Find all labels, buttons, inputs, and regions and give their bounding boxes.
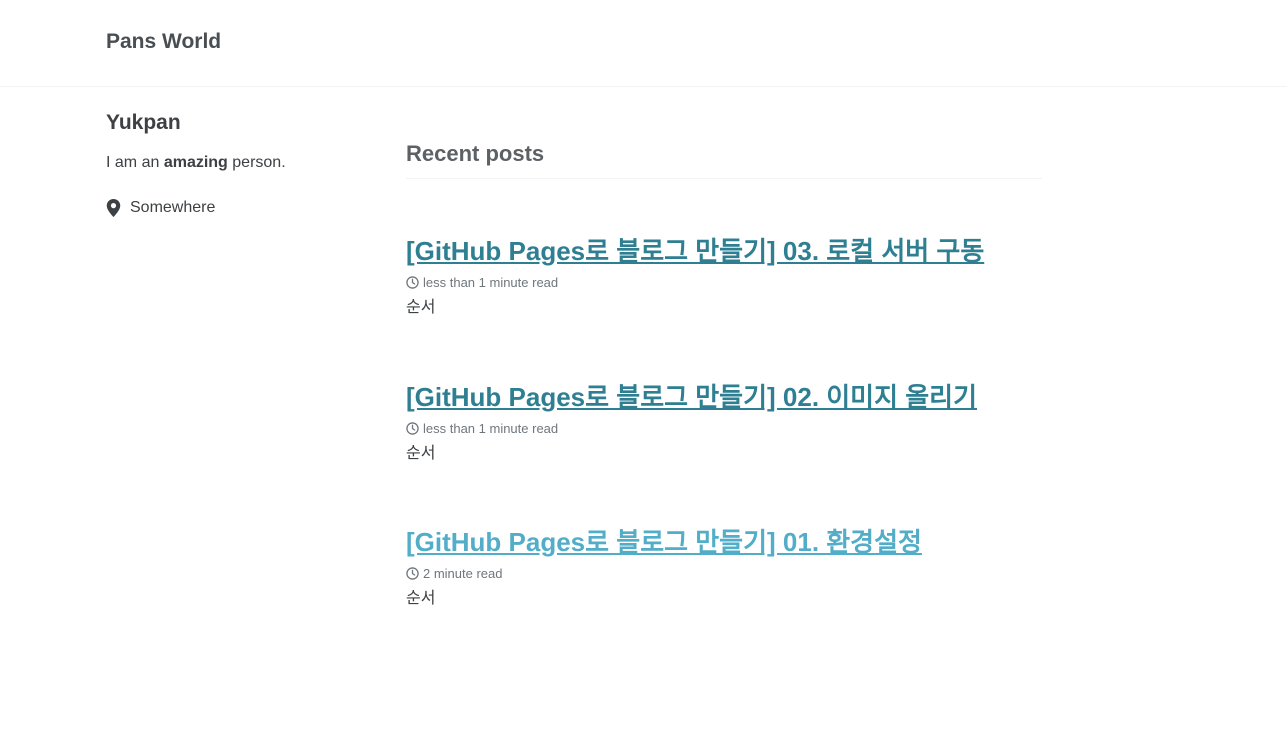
post-title-link[interactable]: [GitHub Pages로 블로그 만들기] 02. 이미지 올리기 [406, 382, 977, 412]
author-sidebar: Yukpan I am an amazing person. Somewhere [106, 110, 366, 220]
location-text: Somewhere [130, 199, 216, 216]
post-title: [GitHub Pages로 블로그 만들기] 03. 로컬 서버 구동 [406, 235, 1042, 267]
post-title: [GitHub Pages로 블로그 만들기] 02. 이미지 올리기 [406, 381, 1042, 413]
read-time: less than 1 minute read [423, 420, 559, 436]
clock-icon [406, 566, 419, 580]
post-meta: less than 1 minute read [406, 419, 1042, 437]
clock-icon [406, 421, 419, 435]
clock-icon [406, 275, 419, 289]
author-bio-emphasis: amazing [163, 154, 228, 171]
author-bio-end: person. [227, 154, 286, 171]
post-item: [GitHub Pages로 블로그 만들기] 03. 로컬 서버 구동 les… [406, 235, 1042, 333]
read-time: 2 minute read [423, 565, 503, 581]
recent-posts-heading: Recent posts [406, 138, 1042, 179]
masthead: Pans World [0, 0, 1287, 87]
post-excerpt: 순서 [406, 297, 436, 316]
post-item: [GitHub Pages로 블로그 만들기] 02. 이미지 올리기 less… [406, 381, 1042, 479]
post-meta: less than 1 minute read [406, 273, 1042, 291]
post-excerpt: 순서 [406, 588, 436, 607]
author-name: Yukpan [106, 111, 181, 134]
map-marker-icon [106, 199, 121, 217]
author-bio-start: I am an [106, 154, 164, 171]
post-title: [GitHub Pages로 블로그 만들기] 01. 환경설정 [406, 526, 1042, 558]
read-time: less than 1 minute read [423, 274, 559, 290]
post-item: [GitHub Pages로 블로그 만들기] 01. 환경설정 2 minut… [406, 526, 1042, 624]
post-title-link[interactable]: [GitHub Pages로 블로그 만들기] 03. 로컬 서버 구동 [406, 236, 984, 266]
main-content: Recent posts [GitHub Pages로 블로그 만들기] 03.… [406, 138, 1042, 607]
site-title-link[interactable]: Pans World [106, 30, 221, 54]
post-meta: 2 minute read [406, 564, 1042, 582]
author-location: Somewhere [106, 196, 366, 220]
author-bio: I am an amazing person. [106, 152, 366, 174]
post-excerpt: 순서 [406, 443, 436, 462]
post-title-link[interactable]: [GitHub Pages로 블로그 만들기] 01. 환경설정 [406, 527, 922, 557]
